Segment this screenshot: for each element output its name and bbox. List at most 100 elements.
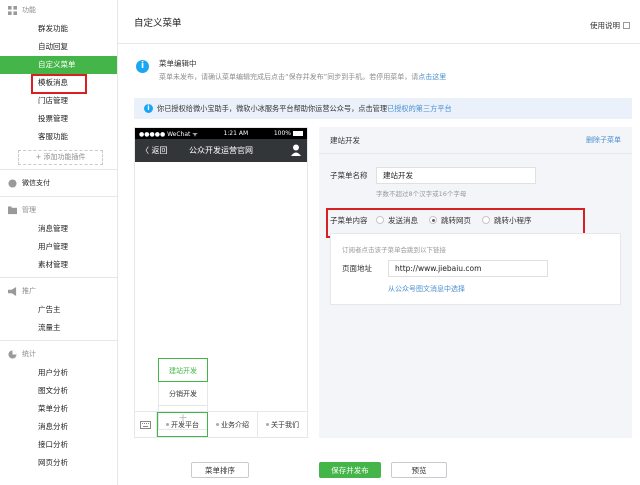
sidebar-item-mass-send[interactable]: 群发功能 bbox=[0, 20, 117, 38]
sidebar-heading-func: 功能 bbox=[0, 0, 117, 20]
radio-jump-miniprogram[interactable]: 跳转小程序 bbox=[482, 215, 532, 226]
sidebar-item-article-analysis[interactable]: 图文分析 bbox=[0, 382, 117, 400]
status-time: 1:21 AM bbox=[223, 130, 249, 137]
url-label: 页面地址 bbox=[342, 264, 372, 273]
menu-sort-button[interactable]: 菜单排序 bbox=[191, 462, 249, 478]
sidebar-heading-stats-label: 统计 bbox=[22, 350, 36, 358]
pay-icon bbox=[8, 178, 17, 188]
editor-title: 建站开发 bbox=[330, 135, 360, 145]
radio-jump-webpage[interactable]: 跳转网页 bbox=[429, 215, 471, 226]
sidebar-section-func: 功能 群发功能 自动回复 自定义菜单 模板消息 门店管理 投票管理 客服功能 +… bbox=[0, 0, 117, 165]
auth-info-text: 你已授权给微小宝助手，微软小冰服务平台帮助你运营公众号，点击管理 bbox=[157, 103, 388, 113]
notice-desc-text: 菜单未发布，请确认菜单编辑完成后点击“保存并发布”同步到手机。若停用菜单，请 bbox=[159, 73, 419, 81]
radio-checked-icon bbox=[429, 216, 437, 224]
sidebar-heading-manage-label: 管理 bbox=[22, 206, 36, 214]
content-row: 子菜单内容 发送消息 跳转网页 跳转小程序 bbox=[330, 211, 543, 229]
auth-info-bar: i 你已授权给微小宝助手，微软小冰服务平台帮助你运营公众号，点击管理 已授权的第… bbox=[134, 98, 632, 119]
status-battery: 100% bbox=[273, 130, 291, 137]
sidebar-section-stats: 统计 用户分析 图文分析 菜单分析 消息分析 接口分析 网页分析 bbox=[0, 344, 117, 472]
help-label: 使用说明 bbox=[590, 21, 620, 30]
add-plugin-button[interactable]: + 添加功能插件 bbox=[18, 150, 103, 165]
editor-header: 建站开发 删除子菜单 bbox=[319, 127, 632, 154]
pie-chart-icon bbox=[8, 349, 17, 359]
sidebar-item-store[interactable]: 门店管理 bbox=[0, 92, 117, 110]
megaphone-icon bbox=[8, 286, 17, 296]
person-icon[interactable] bbox=[291, 144, 301, 156]
sidebar-item-template-msg[interactable]: 模板消息 bbox=[0, 74, 117, 92]
url-panel: 订阅者点击该子菜单会跳到以下链接 页面地址 http://www.jiebaiu… bbox=[330, 233, 621, 305]
page-header: 自定义菜单 使用说明 bbox=[118, 0, 640, 44]
sidebar-heading-func-label: 功能 bbox=[22, 6, 36, 14]
sidebar-heading-promo-label: 推广 bbox=[22, 287, 36, 295]
submenu-name-input[interactable]: 建站开发 bbox=[376, 167, 536, 184]
info-icon: i bbox=[144, 104, 153, 113]
sidebar-item-web-analysis[interactable]: 网页分析 bbox=[0, 454, 117, 472]
menu-item-about-label: 关于我们 bbox=[271, 420, 299, 429]
pick-from-articles-link[interactable]: 从公众号图文消息中选择 bbox=[388, 284, 465, 294]
sidebar-item-vote[interactable]: 投票管理 bbox=[0, 110, 117, 128]
sidebar-section-pay: 微信支付 bbox=[0, 173, 117, 193]
sidebar-item-users[interactable]: 用户管理 bbox=[0, 238, 117, 256]
name-row: 子菜单名称 建站开发 bbox=[330, 167, 536, 184]
name-hint: 字数不超过8个汉字或16个字母 bbox=[376, 190, 467, 198]
sidebar-item-user-analysis[interactable]: 用户分析 bbox=[0, 364, 117, 382]
status-carrier: ●●●●● WeChat ᯤ bbox=[139, 130, 198, 138]
auth-info-link[interactable]: 已授权的第三方平台 bbox=[387, 104, 452, 114]
radio-send-message[interactable]: 发送消息 bbox=[376, 215, 418, 226]
sidebar-item-menu-analysis[interactable]: 菜单分析 bbox=[0, 400, 117, 418]
notice-link[interactable]: 点击这里 bbox=[418, 73, 446, 81]
page-url-input[interactable]: http://www.jiebaiu.com bbox=[388, 260, 548, 277]
phone-preview: ●●●●● WeChat ᯤ 1:21 AM 100% 〈 返回 公众开发运营官… bbox=[134, 127, 308, 438]
sidebar-item-messages[interactable]: 消息管理 bbox=[0, 220, 117, 238]
help-link[interactable]: 使用说明 bbox=[590, 20, 630, 31]
menu-item-about[interactable]: 关于我们 bbox=[258, 412, 307, 437]
phone-menu-bar: 开发平台 业务介绍 关于我们 bbox=[135, 411, 307, 437]
sidebar-item-custom-menu[interactable]: 自定义菜单 bbox=[0, 56, 117, 74]
submenu-item-distribution[interactable]: 分销开发 bbox=[158, 382, 208, 406]
menu-dot-icon bbox=[216, 423, 219, 426]
status-battery-wrap: 100% bbox=[274, 130, 303, 137]
menu-item-business[interactable]: 业务介绍 bbox=[208, 412, 258, 437]
sidebar-heading-stats: 统计 bbox=[0, 344, 117, 364]
phone-status-bar: ●●●●● WeChat ᯤ 1:21 AM 100% bbox=[135, 128, 307, 139]
sidebar-item-message-analysis[interactable]: 消息分析 bbox=[0, 418, 117, 436]
menu-dot-icon bbox=[266, 423, 269, 426]
back-button[interactable]: 〈 返回 bbox=[141, 145, 168, 156]
sidebar-section-promo: 推广 广告主 流量主 bbox=[0, 281, 117, 337]
folder-icon bbox=[8, 205, 17, 214]
radio-send-message-label: 发送消息 bbox=[388, 215, 418, 225]
sidebar: 功能 群发功能 自动回复 自定义菜单 模板消息 门店管理 投票管理 客服功能 +… bbox=[0, 0, 118, 485]
url-desc: 订阅者点击该子菜单会跳到以下链接 bbox=[342, 246, 446, 254]
sidebar-item-wechat-pay[interactable]: 微信支付 bbox=[0, 173, 117, 193]
sidebar-divider bbox=[0, 169, 117, 170]
phone-body: 建站开发 分销开发 + bbox=[135, 162, 307, 430]
url-row: 页面地址 http://www.jiebaiu.com bbox=[342, 260, 548, 277]
save-publish-button[interactable]: 保存并发布 bbox=[319, 462, 381, 478]
submenu-item-site-dev[interactable]: 建站开发 bbox=[158, 358, 208, 382]
preview-button[interactable]: 预览 bbox=[391, 462, 447, 478]
sidebar-item-customer-service[interactable]: 客服功能 bbox=[0, 128, 117, 146]
delete-submenu-link[interactable]: 删除子菜单 bbox=[586, 135, 621, 145]
name-label: 子菜单名称 bbox=[330, 171, 368, 180]
sidebar-item-wechat-pay-label: 微信支付 bbox=[22, 179, 50, 187]
radio-circle-icon bbox=[482, 216, 490, 224]
radio-jump-webpage-label: 跳转网页 bbox=[441, 215, 471, 225]
sidebar-item-auto-reply[interactable]: 自动回复 bbox=[0, 38, 117, 56]
sidebar-item-traffic-host[interactable]: 流量主 bbox=[0, 319, 117, 337]
sidebar-item-materials[interactable]: 素材管理 bbox=[0, 256, 117, 274]
grid-icon bbox=[8, 5, 17, 15]
page-title: 自定义菜单 bbox=[134, 17, 182, 29]
sidebar-section-manage: 管理 消息管理 用户管理 素材管理 bbox=[0, 200, 117, 274]
submenu-editor: 建站开发 删除子菜单 子菜单名称 建站开发 字数不超过8个汉字或16个字母 子菜… bbox=[319, 127, 632, 438]
radio-circle-icon bbox=[376, 216, 384, 224]
sidebar-item-advertiser[interactable]: 广告主 bbox=[0, 301, 117, 319]
sidebar-heading-promo: 推广 bbox=[0, 281, 117, 301]
notice-desc: 菜单未发布，请确认菜单编辑完成后点击“保存并发布”同步到手机。若停用菜单，请点击… bbox=[159, 72, 446, 82]
keyboard-icon[interactable] bbox=[135, 412, 157, 437]
menu-item-dev-platform[interactable]: 开发平台 bbox=[157, 412, 208, 437]
keyboard-glyph bbox=[140, 420, 151, 429]
edit-notice: i 菜单编辑中 菜单未发布，请确认菜单编辑完成后点击“保存并发布”同步到手机。若… bbox=[132, 52, 627, 86]
help-icon bbox=[623, 22, 630, 29]
radio-jump-miniprogram-label: 跳转小程序 bbox=[494, 215, 532, 225]
sidebar-item-api-analysis[interactable]: 接口分析 bbox=[0, 436, 117, 454]
